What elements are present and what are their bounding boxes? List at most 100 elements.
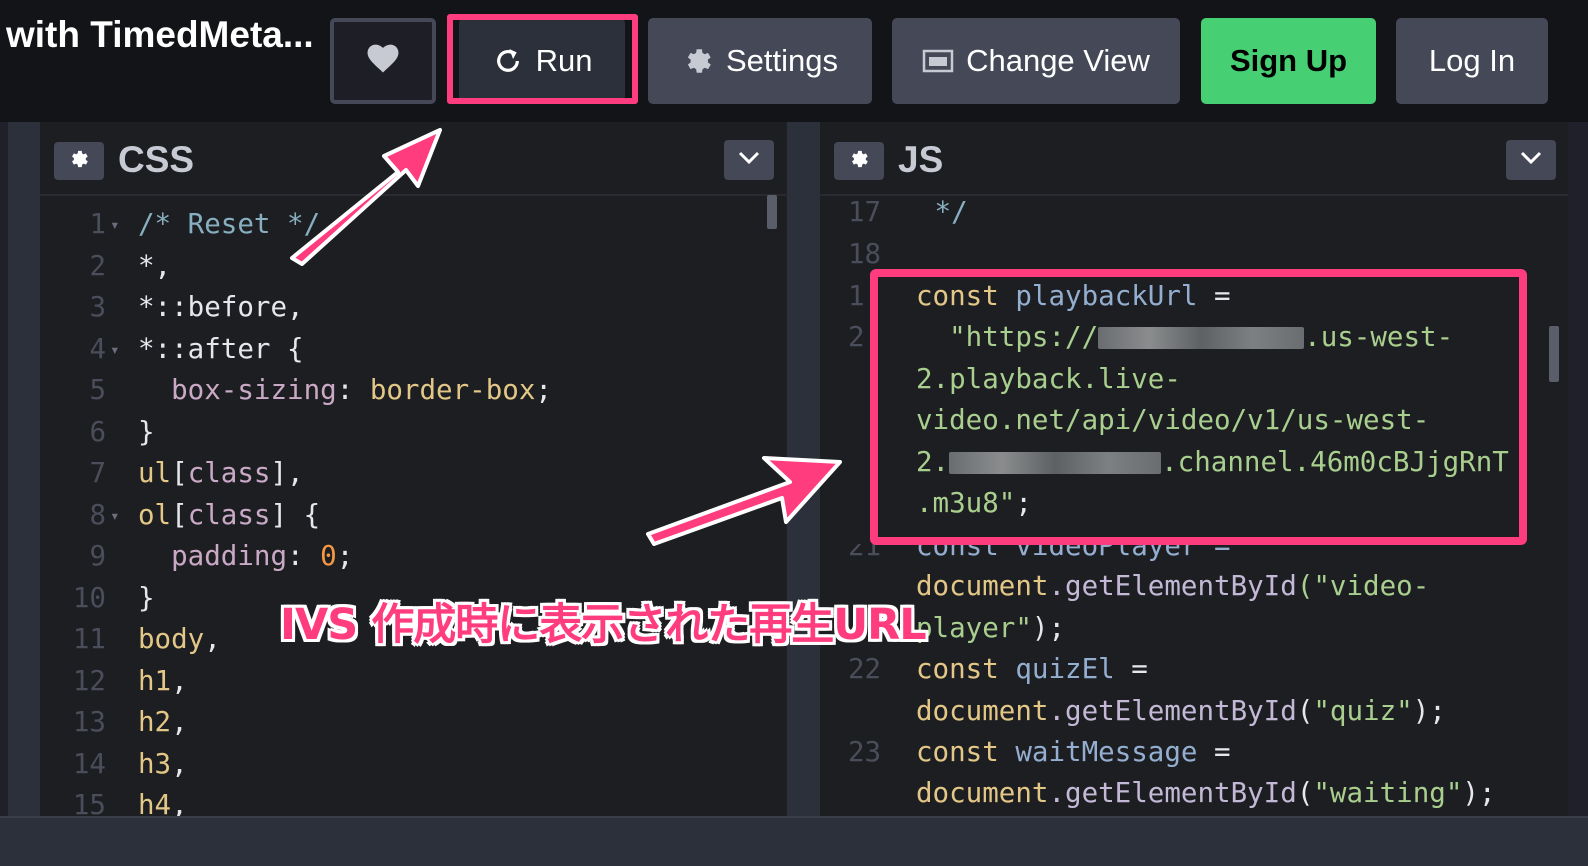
code-line: 14 h3, [40,744,786,786]
code-token: border-box [369,374,536,406]
code-line: 1 ▾ /* Reset */ [40,204,786,246]
line-number: 18 [848,238,882,270]
code-line-getquiz: document.getElementById("quiz"); [916,695,1446,727]
close-paren: ); [1412,695,1446,727]
code-text: ul[class], [138,453,304,495]
code-text: } [138,412,155,454]
method: .getElementById [1048,570,1297,602]
method: .getElementById [1048,695,1297,727]
code-token: } [138,581,155,614]
line-number: 13 [72,706,106,738]
code-token: , [171,747,188,780]
left-gutter[interactable] [8,122,42,816]
run-highlight-box [447,14,638,104]
code-token: h1 [138,664,172,697]
css-panel-dropdown[interactable] [724,140,774,180]
heart-icon [364,40,402,82]
fold-toggle-icon[interactable]: ▾ [110,329,120,371]
fold-toggle-icon[interactable]: ▾ [110,495,120,537]
layout-icon [922,48,954,74]
close-paren: ); [1031,612,1066,644]
change-view-button[interactable]: Change View [892,18,1180,104]
line-number: 1 [848,280,865,312]
code-token: ; [535,374,552,406]
code-text: h1, [138,661,188,703]
code-token: 0 [320,540,337,572]
code-line-getwaiting: document.getElementById("waiting"); [916,777,1496,809]
code-token: [ [171,498,188,531]
string-part: player" [916,612,1032,644]
code-token: , [204,623,221,655]
js-panel-dropdown[interactable] [1506,140,1556,180]
css-code-area[interactable]: 1 ▾/* Reset */2 *, 3 *::before, 4 ▾ *::after {5… [40,204,786,827]
fold-toggle-icon[interactable]: ▾ [110,204,120,246]
code-line: 8 ▾ ol[class] { [40,495,786,537]
code-token: *::after { [138,332,304,365]
code-token: : [336,374,370,406]
editor-resize-handle[interactable] [787,122,821,816]
pen-title[interactable]: with TimedMeta... [6,14,314,56]
variable-waitmessage: waitMessage [1015,736,1198,768]
code-token: [ [171,457,188,489]
code-comment: */ [918,196,968,228]
object-document: document [916,695,1049,727]
settings-button[interactable]: Settings [648,18,872,104]
code-token: ], [270,457,304,489]
line-number: 17 [848,196,882,228]
line-number: 8 [89,498,106,531]
code-token: *, [138,249,172,282]
code-token: body [138,623,205,655]
line-number: 11 [72,623,106,655]
change-view-label: Change View [966,43,1150,78]
operator: = [1197,736,1231,768]
keyword-const: const [916,736,999,768]
code-text: *, [138,246,171,288]
code-text: box-sizing: border-box; [138,370,552,412]
line-number: 6 [89,415,106,448]
code-token: class [187,498,271,531]
css-panel-header: CSS [40,122,786,196]
code-token: , [171,706,188,738]
code-text: ol[class] { [138,495,320,537]
sign-up-button[interactable]: Sign Up [1201,18,1376,104]
code-token: ol [138,498,172,531]
top-bar: with TimedMeta... Run Settings Change Vi… [0,0,1588,122]
code-text: h2, [138,702,188,744]
heart-button[interactable] [330,18,436,104]
code-token: ] { [270,498,321,531]
code-text: h3, [138,744,188,786]
string-part: "waiting" [1313,777,1463,809]
css-settings-button[interactable] [54,142,104,180]
close-paren: ); [1462,777,1496,809]
css-scrollbar[interactable] [767,195,777,229]
method: .getElementById [1048,777,1297,809]
line-number: 3 [89,291,106,323]
js-scrollbar[interactable] [1549,326,1559,382]
line-number: 9 [89,540,106,572]
log-in-button[interactable]: Log In [1396,18,1548,104]
code-token: ; [336,540,354,572]
line-number: 22 [848,653,882,685]
js-panel-title: JS [898,139,944,180]
object-document: document [916,570,1049,602]
annotation-label: IVS 作成時に表示された再生URL [280,600,927,650]
code-line-waitmessage: const waitMessage = [916,736,1231,768]
string-part: ("video- [1296,570,1430,602]
line-number: 5 [89,374,106,406]
code-line: 4 ▾ *::after { [40,329,786,371]
line-number: 7 [89,457,106,489]
code-token: /* Reset */ [138,208,321,240]
js-settings-button[interactable] [834,142,884,180]
bottom-bar [0,816,1588,866]
variable-quizel: quizEl [1015,653,1115,685]
js-panel-header: JS [820,122,1568,196]
keyword-const: const [916,653,999,685]
code-line: 9 padding: 0; [40,536,786,578]
code-line: 2 *, [40,246,786,288]
object-document: document [916,777,1049,809]
code-token: *::before, [138,291,304,323]
code-token: h2 [138,706,172,738]
code-line: 5 box-sizing: border-box; [40,370,786,412]
playback-url-highlight-box [870,269,1527,545]
string-part: "quiz" [1313,695,1413,727]
